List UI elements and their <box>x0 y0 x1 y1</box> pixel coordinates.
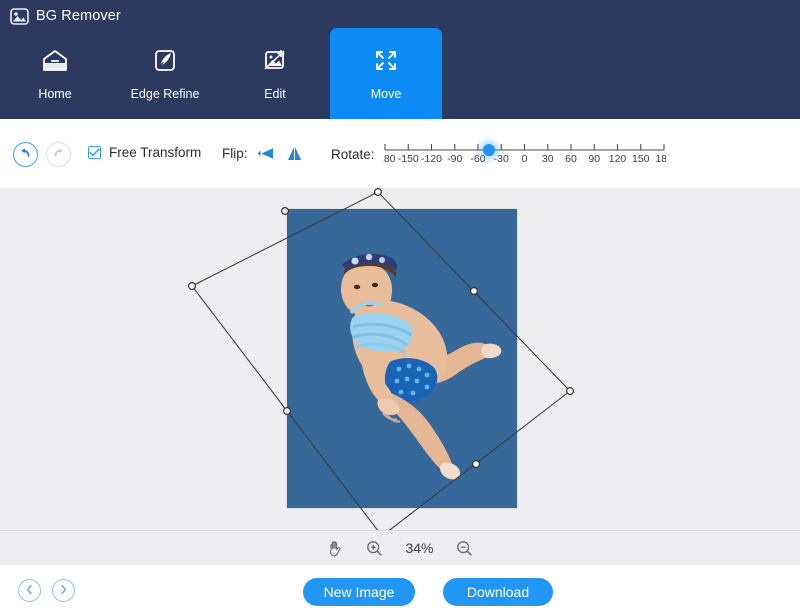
download-button[interactable]: Download <box>443 578 553 606</box>
svg-text:60: 60 <box>565 153 577 165</box>
hand-pan-icon[interactable] <box>327 539 344 558</box>
brand: BG Remover <box>10 5 121 27</box>
undo-arrow-icon <box>18 146 33 164</box>
svg-text:-180: -180 <box>383 153 396 165</box>
svg-text:30: 30 <box>541 153 553 165</box>
tab-move-label: Move <box>370 87 402 101</box>
tab-edit[interactable]: Edit <box>220 28 330 119</box>
svg-text:-120: -120 <box>421 153 442 165</box>
undo-redo-group <box>13 142 71 167</box>
subject-image[interactable] <box>287 209 517 508</box>
rotate-label: Rotate: <box>331 147 375 162</box>
redo-button[interactable] <box>46 142 71 167</box>
free-transform-toggle[interactable]: Free Transform <box>88 145 201 160</box>
rotate-group: Rotate: 80 -150 -120 -90 -60 -30 0 30 60… <box>331 139 666 172</box>
free-transform-label: Free Transform <box>109 145 202 160</box>
tab-edge-refine-label: Edge Refine <box>130 87 200 101</box>
flip-label: Flip: <box>222 146 248 161</box>
rotate-slider-track: -180 -150 -120 -90 -60 -30 0 30 60 90 12… <box>383 144 666 165</box>
zoom-out-icon[interactable] <box>456 540 473 557</box>
footer-actions: New Image Download <box>303 578 553 606</box>
tab-edit-label: Edit <box>264 87 286 101</box>
image-photo-icon <box>10 7 29 25</box>
tab-move[interactable]: Move <box>330 28 442 119</box>
main-tabs: Home Edge Refine Edit Move <box>0 28 442 119</box>
svg-text:-30: -30 <box>493 153 508 165</box>
rotate-slider[interactable]: -180 -150 -120 -90 -60 -30 0 30 60 90 12… <box>383 139 666 172</box>
image-nav-arrows <box>18 579 75 602</box>
svg-text:120: 120 <box>608 153 626 165</box>
prev-image-button[interactable] <box>18 579 41 602</box>
tab-edge-refine[interactable]: Edge Refine <box>110 28 220 119</box>
app-header: BG Remover Home Edge Refine Edit Move <box>0 0 800 119</box>
zoom-in-icon[interactable] <box>366 540 383 557</box>
tab-home[interactable]: Home <box>0 28 110 119</box>
tab-home-label: Home <box>38 87 72 101</box>
baby-photo <box>287 209 517 508</box>
flip-horizontal-icon[interactable] <box>257 145 276 162</box>
flip-vertical-icon[interactable] <box>285 145 304 162</box>
zoom-bar: 34% <box>0 530 800 565</box>
chevron-left-icon <box>25 582 34 600</box>
checkbox-checked-icon[interactable] <box>88 146 101 159</box>
zoom-level: 34% <box>405 540 434 556</box>
new-image-button[interactable]: New Image <box>303 578 415 606</box>
svg-text:-60: -60 <box>470 153 485 165</box>
chevron-right-icon <box>59 582 68 600</box>
undo-button[interactable] <box>13 142 38 167</box>
svg-text:90: 90 <box>588 153 600 165</box>
svg-text:0: 0 <box>521 153 527 165</box>
app-title: BG Remover <box>36 8 121 24</box>
next-image-button[interactable] <box>52 579 75 602</box>
move-arrows-icon <box>372 46 400 76</box>
svg-text:-90: -90 <box>447 153 462 165</box>
svg-text:-150: -150 <box>397 153 418 165</box>
flip-group: Flip: <box>222 145 304 162</box>
image-edit-icon <box>261 46 289 76</box>
svg-text:150: 150 <box>632 153 650 165</box>
bg-remover-app: BG Remover Home Edge Refine Edit Move Fr… <box>0 0 800 611</box>
pen-edit-icon <box>151 46 179 76</box>
svg-text:180: 180 <box>655 153 666 165</box>
home-icon <box>41 46 69 76</box>
redo-arrow-icon <box>51 146 66 164</box>
